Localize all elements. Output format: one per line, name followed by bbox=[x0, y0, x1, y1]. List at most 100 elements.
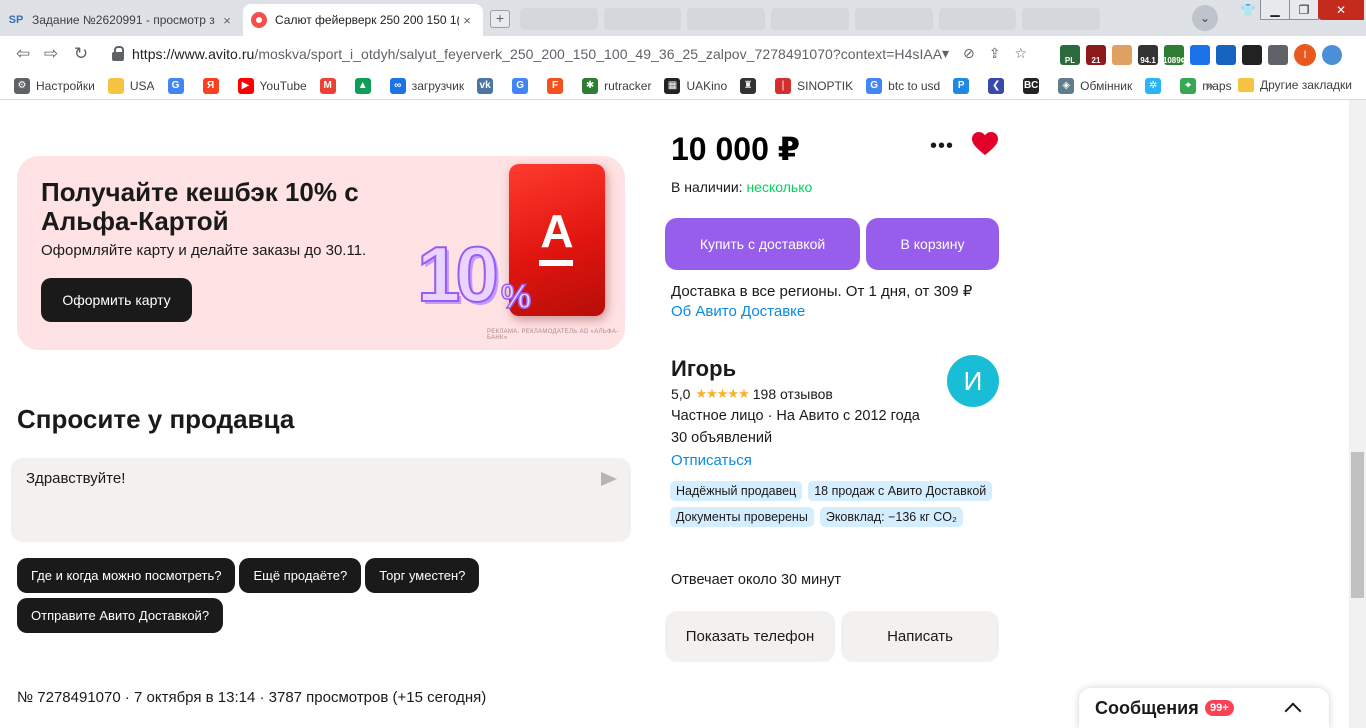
close-icon[interactable]: × bbox=[219, 13, 235, 28]
bookmark-item[interactable]: ▶ YouTube bbox=[237, 77, 307, 94]
dropdown-caret-icon[interactable]: ▾ bbox=[942, 45, 949, 62]
gear-icon: ⚙ bbox=[14, 77, 30, 94]
forward-arrow-icon[interactable]: ⇨ bbox=[40, 44, 62, 64]
bookmark-item[interactable]: P bbox=[953, 77, 975, 94]
send-icon[interactable] bbox=[601, 472, 617, 486]
background-tabs[interactable] bbox=[520, 8, 1101, 30]
extension-y-icon[interactable] bbox=[1216, 45, 1236, 65]
bookmarks-bar: ⚙ Настройки USA G Я ▶ YouTube M ▲ ∞ загрузчик vk G F ✱… bbox=[0, 72, 1366, 100]
bookmark-item[interactable]: BC bbox=[1023, 77, 1045, 94]
profile-avatar[interactable]: I bbox=[1294, 44, 1316, 66]
sp-favicon-icon: SP bbox=[8, 14, 24, 26]
theme-shirt-icon[interactable]: 👕 bbox=[1238, 0, 1258, 20]
download-icon[interactable] bbox=[1190, 45, 1210, 65]
extension-pl-icon[interactable]: PL bbox=[1060, 45, 1080, 65]
bookmark-item[interactable]: F bbox=[547, 77, 569, 94]
message-text[interactable]: Здравствуйте! bbox=[26, 470, 125, 487]
quick-question-chip[interactable]: Ещё продаёте? bbox=[239, 558, 362, 593]
quick-question-chip[interactable]: Торг уместен? bbox=[365, 558, 480, 593]
availability: В наличии: несколько bbox=[671, 179, 812, 195]
bookmark-item[interactable]: vk bbox=[477, 77, 499, 94]
add-to-cart-button[interactable]: В корзину bbox=[866, 218, 999, 270]
scrollbar-track[interactable] bbox=[1349, 100, 1366, 728]
seller-badge: Надёжный продавец bbox=[670, 481, 803, 501]
folder-icon bbox=[107, 77, 124, 94]
unsubscribe-link[interactable]: Отписаться bbox=[671, 452, 752, 469]
extension-21-icon[interactable]: 21 bbox=[1086, 45, 1106, 65]
bookmark-item[interactable]: ◈ Обмінник bbox=[1058, 77, 1132, 94]
heart-icon[interactable] bbox=[972, 132, 998, 156]
translate-icon: G bbox=[512, 77, 529, 94]
drive-icon: ▲ bbox=[354, 77, 371, 94]
seller-ads-count[interactable]: 30 объявлений bbox=[671, 430, 772, 446]
address-bar[interactable]: https://www.avito.ru/moskva/sport_i_otdy… bbox=[132, 46, 942, 62]
bookmarks-overflow-icon[interactable]: » bbox=[1206, 77, 1214, 93]
extension-94-icon[interactable]: 94.1 bbox=[1138, 45, 1158, 65]
bookmark-item[interactable]: ⚙ Настройки bbox=[14, 77, 95, 94]
tab-task[interactable]: SP Задание №2620991 - просмотр з × bbox=[0, 4, 243, 36]
background-tab[interactable] bbox=[854, 8, 933, 30]
scrollbar-thumb[interactable] bbox=[1351, 452, 1364, 598]
bookmark-item[interactable]: ∞ загрузчик bbox=[389, 77, 465, 94]
apply-card-button[interactable]: Оформить карту bbox=[41, 278, 192, 322]
bookmark-item[interactable]: ❘ SINOPTIK bbox=[775, 77, 853, 94]
blocked-popup-icon[interactable]: ⊘ bbox=[963, 45, 975, 62]
seller-avatar[interactable]: И bbox=[947, 355, 999, 407]
messages-bar[interactable]: Сообщения 99+ bbox=[1079, 688, 1329, 728]
alfa-cashback-banner[interactable]: Получайте кешбэк 10% с Альфа-Картой Офор… bbox=[17, 156, 625, 350]
close-icon[interactable]: × bbox=[459, 13, 475, 28]
rating-stars-icon: ★★★★★ bbox=[695, 386, 749, 401]
window-close-button[interactable]: ✕ bbox=[1318, 0, 1364, 20]
background-tab[interactable] bbox=[771, 8, 849, 30]
tab-avito[interactable]: Салют фейерверк 250 200 150 1( × bbox=[243, 4, 483, 36]
avito-favicon-icon bbox=[251, 12, 267, 28]
write-message-button[interactable]: Написать bbox=[841, 611, 999, 662]
bookmark-item[interactable]: ❮ bbox=[988, 77, 1010, 94]
reviews-count[interactable]: 198 отзывов bbox=[753, 386, 833, 402]
minimize-button[interactable]: ▁ bbox=[1260, 0, 1290, 20]
chevron-up-icon[interactable] bbox=[1284, 702, 1302, 720]
bookmark-item[interactable]: ✲ bbox=[1145, 77, 1167, 94]
extension-terminal-icon[interactable] bbox=[1242, 45, 1262, 65]
bookmark-item[interactable]: G bbox=[512, 77, 534, 94]
bookmark-item[interactable]: ✱ rutracker bbox=[582, 77, 651, 94]
buy-with-delivery-button[interactable]: Купить с доставкой bbox=[665, 218, 860, 270]
new-tab-button[interactable]: + bbox=[490, 10, 510, 28]
background-tab[interactable] bbox=[520, 8, 598, 30]
quick-question-chip[interactable]: Отправите Авито Доставкой? bbox=[17, 598, 224, 633]
other-bookmarks[interactable]: Другие закладки bbox=[1238, 78, 1352, 92]
background-tab[interactable] bbox=[687, 8, 766, 30]
bookmark-item[interactable]: ♜ bbox=[740, 77, 762, 94]
more-options-icon[interactable]: ••• bbox=[930, 136, 954, 156]
bookmark-item[interactable]: Gbtc to usd bbox=[866, 77, 940, 94]
availability-value: несколько bbox=[746, 179, 813, 195]
extension-btc-icon[interactable]: 1089¢ bbox=[1163, 45, 1185, 65]
extension-globe-icon[interactable] bbox=[1322, 45, 1342, 65]
puzzle-icon[interactable] bbox=[1268, 45, 1288, 65]
share-icon[interactable]: ⇪ bbox=[989, 45, 1001, 62]
background-tab[interactable] bbox=[1022, 8, 1101, 30]
bookmark-item[interactable]: M bbox=[319, 77, 342, 94]
seller-rating[interactable]: 5,0 ★★★★★ 198 отзывов bbox=[671, 386, 833, 402]
quick-question-chip[interactable]: Где и когда можно посмотреть? bbox=[17, 558, 236, 593]
lock-icon[interactable] bbox=[112, 46, 124, 62]
message-input[interactable]: Здравствуйте! bbox=[11, 458, 631, 542]
item-meta: № 7278491070 · 7 октября в 13:14 · 3787 … bbox=[17, 689, 487, 706]
bookmark-item[interactable]: G bbox=[167, 77, 190, 94]
about-delivery-link[interactable]: Об Авито Доставке bbox=[671, 303, 805, 320]
bookmark-star-icon[interactable]: ☆ bbox=[1015, 45, 1028, 62]
bookmark-label: загрузчик bbox=[411, 78, 465, 93]
seller-name[interactable]: Игорь bbox=[671, 356, 736, 382]
background-tab[interactable] bbox=[938, 8, 1017, 30]
extension-face-icon[interactable] bbox=[1112, 45, 1132, 65]
bookmark-item[interactable]: USA bbox=[107, 77, 155, 94]
chevron-down-icon[interactable]: ⌄ bbox=[1192, 5, 1218, 31]
show-phone-button[interactable]: Показать телефон bbox=[665, 611, 835, 662]
maximize-button[interactable]: ❐ bbox=[1289, 0, 1319, 20]
reload-icon[interactable]: ↻ bbox=[70, 44, 92, 64]
background-tab[interactable] bbox=[603, 8, 682, 30]
bookmark-item[interactable]: ▲ bbox=[354, 77, 377, 94]
bookmark-item[interactable]: Я bbox=[202, 77, 225, 94]
back-arrow-icon[interactable]: ⇦ bbox=[12, 44, 34, 64]
bookmark-item[interactable]: ▦ UAKino bbox=[664, 77, 727, 94]
